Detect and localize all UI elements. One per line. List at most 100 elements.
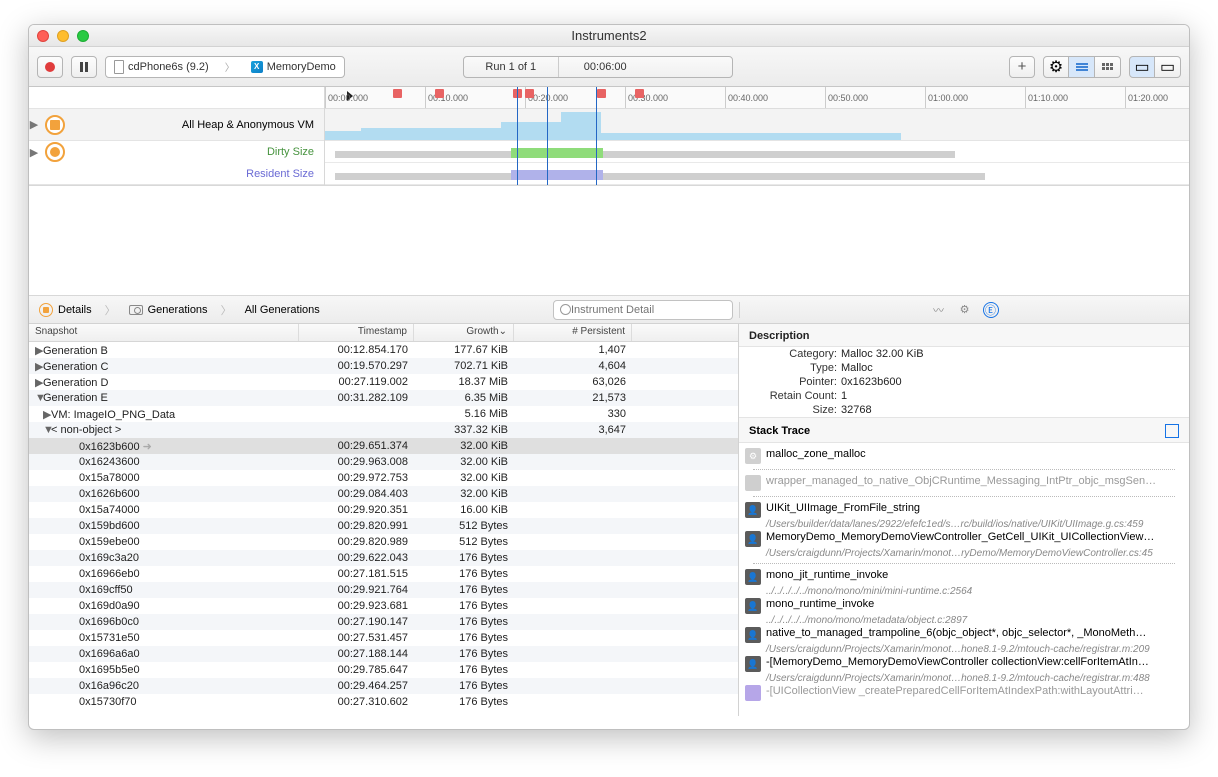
titlebar: Instruments2 bbox=[29, 25, 1189, 47]
extended-detail-icon[interactable]: Ⓔ bbox=[983, 302, 999, 318]
track-heap[interactable] bbox=[325, 109, 1189, 141]
flag-icon[interactable] bbox=[635, 89, 644, 98]
device-icon bbox=[114, 60, 124, 74]
table-row[interactable]: ▼Generation E00:31.282.1096.35 MiB21,573 bbox=[29, 390, 738, 406]
ruler-tick: 00:50.000 bbox=[825, 87, 868, 108]
stack-frame[interactable]: wrapper_managed_to_native_ObjCRuntime_Me… bbox=[745, 474, 1183, 492]
col-growth[interactable]: Growth⌄ bbox=[414, 324, 514, 341]
add-button[interactable]: + bbox=[1009, 56, 1035, 78]
disclosure-icon[interactable]: ▶ bbox=[29, 118, 39, 131]
camera-icon bbox=[129, 305, 143, 315]
time-ruler[interactable]: 00:00.00000:10.00000:20.00000:30.00000:4… bbox=[325, 87, 1189, 109]
run-status[interactable]: Run 1 of 1 00:06:00 bbox=[463, 56, 733, 78]
strategy-button[interactable]: ⚙ bbox=[1043, 56, 1069, 78]
table-row[interactable]: 0x159ebe0000:29.820.989512 Bytes bbox=[29, 534, 738, 550]
disclosure-icon[interactable]: ▼ bbox=[35, 392, 43, 404]
minimize-window[interactable] bbox=[57, 30, 69, 42]
disclosure-icon[interactable]: ▶ bbox=[35, 376, 43, 389]
table-row[interactable]: 0x1624360000:29.963.00832.00 KiB bbox=[29, 454, 738, 470]
zoom-window[interactable] bbox=[77, 30, 89, 42]
stack-frame[interactable]: 👤mono_jit_runtime_invoke bbox=[745, 568, 1183, 586]
table-row[interactable]: ▼< non-object >337.32 KiB3,647 bbox=[29, 422, 738, 438]
disclosure-icon[interactable]: ▶ bbox=[29, 146, 39, 159]
table-row[interactable]: 0x16a96c2000:29.464.257176 Bytes bbox=[29, 678, 738, 694]
gear-icon[interactable]: ⚙ bbox=[957, 302, 973, 318]
table-row[interactable]: ▶Generation D00:27.119.00218.37 MiB63,02… bbox=[29, 374, 738, 390]
col-timestamp[interactable]: Timestamp bbox=[299, 324, 414, 341]
track-resident[interactable] bbox=[325, 163, 1189, 185]
view-grid-button[interactable] bbox=[1095, 56, 1121, 78]
table-row[interactable]: 0x1695b5e000:29.785.647176 Bytes bbox=[29, 662, 738, 678]
col-persistent[interactable]: # Persistent bbox=[514, 324, 632, 341]
panel-left-button[interactable]: ▭ bbox=[1129, 56, 1155, 78]
ruler-tick: 00:30.000 bbox=[625, 87, 668, 108]
table-row[interactable]: 0x169d0a9000:29.923.681176 Bytes bbox=[29, 598, 738, 614]
track-dirty[interactable] bbox=[325, 141, 1189, 163]
frame-icon: 👤 bbox=[745, 502, 761, 518]
flag-icon[interactable] bbox=[393, 89, 402, 98]
frame-icon bbox=[745, 685, 761, 701]
table-row[interactable]: ▶Generation C00:19.570.297702.71 KiB4,60… bbox=[29, 358, 738, 374]
view-list-button[interactable] bbox=[1069, 56, 1095, 78]
disclosure-icon[interactable]: ▶ bbox=[43, 408, 51, 421]
panel-right-button[interactable]: ▭ bbox=[1155, 56, 1181, 78]
flag-icon[interactable] bbox=[597, 89, 606, 98]
description-header: Description bbox=[739, 324, 1189, 347]
table-row[interactable]: 0x159bd60000:29.820.991512 Bytes bbox=[29, 518, 738, 534]
stack-frame[interactable]: 👤native_to_managed_trampoline_6(objc_obj… bbox=[745, 626, 1183, 644]
frame-icon: 👤 bbox=[745, 656, 761, 672]
search-input[interactable] bbox=[553, 300, 733, 320]
table-row[interactable]: 0x169cff5000:29.921.764176 Bytes bbox=[29, 582, 738, 598]
timeline: ▶ All Heap & Anonymous VM ▶ Dirty Size R… bbox=[29, 87, 1189, 186]
target-selector[interactable]: cdPhone6s (9.2) 〉 XMemoryDemo bbox=[105, 56, 345, 78]
disclosure-icon[interactable]: ▶ bbox=[35, 344, 43, 357]
toolbar: cdPhone6s (9.2) 〉 XMemoryDemo Run 1 of 1… bbox=[29, 47, 1189, 87]
detail-toolbar: Details 〉 Generations 〉 All Generations … bbox=[29, 296, 1189, 324]
generations-crumb[interactable]: Generations bbox=[119, 304, 218, 316]
wave-icon[interactable]: 〰 bbox=[931, 302, 947, 318]
ruler-tick: 01:00.000 bbox=[925, 87, 968, 108]
stack-frame[interactable]: -[UICollectionView _createPreparedCellFo… bbox=[745, 684, 1183, 702]
ruler-tick: 00:10.000 bbox=[425, 87, 468, 108]
ruler-tick: 01:20.000 bbox=[1125, 87, 1168, 108]
details-crumb[interactable]: Details bbox=[29, 303, 102, 317]
time-selection[interactable] bbox=[517, 87, 597, 185]
flag-icon[interactable] bbox=[435, 89, 444, 98]
record-button[interactable] bbox=[37, 56, 63, 78]
frame-icon: ⚙ bbox=[745, 448, 761, 464]
stack-frame[interactable]: ⚙malloc_zone_malloc bbox=[745, 447, 1183, 465]
table-row[interactable]: 0x16966eb000:27.181.515176 Bytes bbox=[29, 566, 738, 582]
all-generations-crumb[interactable]: All Generations bbox=[235, 304, 330, 316]
close-window[interactable] bbox=[37, 30, 49, 42]
window-title: Instruments2 bbox=[29, 28, 1189, 43]
table-row[interactable]: 0x169c3a2000:29.622.043176 Bytes bbox=[29, 550, 738, 566]
table-row[interactable]: 0x15731e5000:27.531.457176 Bytes bbox=[29, 630, 738, 646]
ruler-tick: 01:10.000 bbox=[1025, 87, 1068, 108]
stack-frame[interactable]: 👤UIKit_UIImage_FromFile_string bbox=[745, 501, 1183, 519]
table-row[interactable]: 0x1623b600 ➜00:29.651.37432.00 KiB bbox=[29, 438, 738, 454]
app-icon: X bbox=[251, 61, 263, 73]
table-row[interactable]: 0x1696b0c000:27.190.147176 Bytes bbox=[29, 614, 738, 630]
ruler-tick: 00:40.000 bbox=[725, 87, 768, 108]
col-snapshot[interactable]: Snapshot bbox=[29, 324, 299, 341]
overview-icon[interactable] bbox=[1165, 424, 1179, 438]
table-row[interactable]: ▶VM: ImageIO_PNG_Data5.16 MiB330 bbox=[29, 406, 738, 422]
table-row[interactable]: 0x15a7800000:29.972.75332.00 KiB bbox=[29, 470, 738, 486]
frame-icon: 👤 bbox=[745, 627, 761, 643]
table-row[interactable]: 0x1696a6a000:27.188.144176 Bytes bbox=[29, 646, 738, 662]
stack-frame[interactable]: 👤MemoryDemo_MemoryDemoViewController_Get… bbox=[745, 530, 1183, 548]
disclosure-icon[interactable]: ▼ bbox=[43, 424, 51, 436]
frame-icon bbox=[745, 475, 761, 491]
pause-button[interactable] bbox=[71, 56, 97, 78]
frame-icon: 👤 bbox=[745, 598, 761, 614]
stacktrace-header: Stack Trace bbox=[749, 425, 810, 437]
table-row[interactable]: 0x1626b60000:29.084.40332.00 KiB bbox=[29, 486, 738, 502]
stack-frame[interactable]: 👤mono_runtime_invoke bbox=[745, 597, 1183, 615]
ruler-tick: 00:00.000 bbox=[325, 87, 368, 108]
table-row[interactable]: 0x15730f7000:27.310.602176 Bytes bbox=[29, 694, 738, 710]
table-row[interactable]: ▶Generation B00:12.854.170177.67 KiB1,40… bbox=[29, 342, 738, 358]
allocations-icon bbox=[45, 115, 65, 135]
table-row[interactable]: 0x15a7400000:29.920.35116.00 KiB bbox=[29, 502, 738, 518]
disclosure-icon[interactable]: ▶ bbox=[35, 360, 43, 373]
stack-frame[interactable]: 👤-[MemoryDemo_MemoryDemoViewController c… bbox=[745, 655, 1183, 673]
